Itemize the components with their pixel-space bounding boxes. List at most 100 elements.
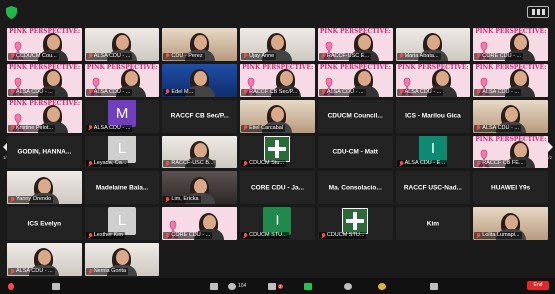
tile-alsa-cdu-5[interactable]: PINK PERSPECTIVE: ALSA CDU - ... (395, 63, 471, 97)
tile-alsa-cdu-1[interactable]: ALSA CDU - ... (84, 28, 160, 61)
record-button[interactable] (344, 281, 352, 291)
tile-alsa-cdu-7[interactable]: M ALSA CDU - ... (84, 99, 160, 133)
tile-core-cdu-1[interactable]: PINK PERSPECTIVE: CORE CDU - ... (473, 28, 548, 61)
tile-alsa-cdu-9[interactable]: I ALSA CDU - E... (395, 135, 471, 169)
tile-lesther-kim[interactable]: L Lesther Kim (84, 207, 160, 241)
participant-name: CORE CDU - Ja... (250, 184, 305, 192)
participants-count: 104 (238, 283, 247, 289)
tile-raccf-cb-fe[interactable]: PINK PERSPECTIVE: RACCF CB FE... (473, 135, 548, 169)
participant-label: Edel M... (163, 88, 196, 96)
tile-raccf-usc-nad[interactable]: RACCF USC-Nad... (395, 171, 471, 205)
chat-button[interactable]: 2 (268, 281, 283, 291)
participant-label: Eliel Carcabal (241, 124, 286, 132)
tile-ujayanne[interactable]: Ujay Anne (240, 28, 315, 61)
participant-label: CDUCM STU... (241, 232, 289, 240)
participant-label-text: RACCF-USC B... (171, 160, 214, 167)
tile-cducm-stu-1[interactable]: CDUCM Stu... (240, 135, 315, 169)
shield-icon[interactable] (6, 6, 17, 19)
security-button[interactable] (210, 281, 218, 291)
end-meeting-button[interactable]: End (527, 281, 549, 290)
tile-ccducm-cou[interactable]: PINK PERSPECTIVE: CCDUCM Cou... (7, 28, 82, 61)
tile-cdu-perez[interactable]: CDU - Perez (162, 28, 238, 61)
tile-kim[interactable]: Kim (395, 207, 471, 241)
person-face (504, 106, 518, 122)
gallery-view-button[interactable] (527, 6, 549, 18)
tile-core-cdu-2[interactable]: CORE CDU - ... (162, 207, 238, 241)
person-face (513, 71, 527, 87)
tile-ma-consolacion[interactable]: Ma. Consolacio... (317, 171, 393, 205)
tile-alsa-cdu-3[interactable]: PINK PERSPECTIVE: ALSA CDU - ... (84, 63, 160, 97)
reactions-button[interactable] (378, 281, 386, 291)
participant-label-text: ALSA CDU - ... (482, 124, 519, 131)
tile-huawei-y9s[interactable]: HUAWEI Y9s (473, 171, 548, 205)
avatar: I (263, 207, 292, 235)
person-face (125, 71, 139, 87)
tile-nemia-gorita[interactable]: Nemia Gorita (84, 243, 160, 276)
school-logo-icon (264, 135, 291, 162)
mic-muted-icon (243, 125, 248, 131)
tile-raccf-usc[interactable]: PINK PERSPECTIVE: RACCF-USC E... (317, 28, 393, 61)
mic-muted-icon (88, 53, 93, 59)
participant-label-text: ALSA CDU - ... (93, 124, 131, 131)
participant-label-text: Leyada, Ca... (93, 160, 127, 167)
tile-lolita-lumapi[interactable]: Lolita Lumapi... (473, 207, 548, 241)
tile-eliel-carcabal[interactable]: Eliel Carcabal (240, 99, 315, 133)
tile-alsa-cdu-6[interactable]: PINK PERSPECTIVE: ALSA CDU - ... (473, 63, 548, 97)
mic-muted-icon (476, 160, 481, 167)
tile-kristine-pelot[interactable]: PINK PERSPECTIVE: Kristine Pelot... (7, 99, 82, 133)
participant-name: CDUCM Council... (327, 112, 383, 120)
participant-name: CDU-CM - Matt (332, 148, 378, 156)
participant-label-text: ALSA CDU - ... (404, 88, 442, 95)
tile-alsa-cdu-4[interactable]: PINK PERSPECTIVE: ALSA CDU - ... (317, 63, 393, 97)
tile-yanny-orendo[interactable]: Yanny Orendo (7, 171, 82, 205)
participant-label-text: Ujay Anne (249, 52, 275, 59)
tile-core-cdu-ja[interactable]: CORE CDU - Ja... (240, 171, 315, 205)
mic-muted-icon (88, 125, 93, 131)
participant-name: Kim (426, 220, 440, 228)
tile-godin-hanna[interactable]: GODIN, HANNA... (7, 135, 82, 169)
participant-name: Madelaine Bala... (95, 184, 149, 192)
tile-alsa-cdu-2[interactable]: PINK PERSPECTIVE: ALSA CDU - ... (7, 63, 82, 97)
tile-lim-ericka[interactable]: Lim, Ericka (162, 171, 238, 205)
tile-edel-m[interactable]: Edel M... (162, 63, 238, 97)
participants-button[interactable]: 104 (228, 281, 246, 291)
tile-alsa-cdu-10[interactable]: ALSA CDU - ... (7, 243, 82, 276)
person-face (504, 214, 518, 230)
tile-raccf-cb-sec-p[interactable]: PINK PERSPECTIVE: RACCF CB Sec/P... (240, 63, 315, 97)
participant-label-text: CDUCM STU... (249, 232, 287, 239)
tile-leyada-ca[interactable]: L Leyada, Ca... (84, 135, 160, 169)
person-face (435, 71, 449, 87)
participant-label: RACCF CB Sec/P... (241, 88, 300, 96)
mute-button[interactable] (8, 281, 14, 291)
tile-cducm-council[interactable]: CDUCM Council... (317, 99, 393, 133)
participant-label-text: Lim, Ericka (171, 196, 199, 203)
tile-cdu-cm-matt[interactable]: CDU-CM - Matt (317, 135, 393, 169)
participant-label: ALSA CDU - ... (8, 88, 55, 96)
mic-muted-icon (10, 53, 15, 59)
tile-ics-evelyn[interactable]: ICS Evelyn (7, 207, 82, 241)
participant-label-text: ALSA CDU - E... (404, 160, 445, 167)
tile-madelaine-bala[interactable]: Madelaine Bala... (84, 171, 160, 205)
participant-label-text: CDUCM STU... (326, 232, 365, 239)
participant-label-text: Edel M... (171, 88, 194, 95)
tile-alsa-cdu-8[interactable]: ALSA CDU - ... (473, 99, 548, 133)
participant-label: ALSA CDU - ... (396, 88, 444, 96)
mic-muted-icon (399, 53, 404, 59)
video-button[interactable] (52, 281, 60, 291)
share-screen-button[interactable] (304, 281, 312, 291)
participant-label-text: ALSA CDU - ... (16, 268, 53, 274)
participant-label-text: Eliel Carcabal (249, 124, 284, 131)
person-face (193, 71, 207, 87)
mic-muted-icon (243, 232, 248, 239)
participants-icon (228, 282, 236, 290)
participant-label: Nemia Gorita (85, 268, 129, 275)
tile-maria-abata[interactable]: Maria Abata... (395, 28, 471, 61)
tile-cducm-stu-3[interactable]: CDUCM STU... (317, 207, 393, 241)
tile-ics-marilou[interactable]: ICS - Marilou Gica (395, 99, 471, 133)
tile-raccf-usc-b[interactable]: RACCF-USC B... (162, 135, 238, 169)
mic-muted-icon (476, 125, 481, 131)
tile-cducm-stu-2[interactable]: I CDUCM STU... (240, 207, 315, 241)
tile-raccf-cb-sec-p-2[interactable]: RACCF CB Sec/P... (162, 99, 238, 133)
share-screen-icon (304, 282, 312, 290)
more-button[interactable] (430, 281, 438, 291)
